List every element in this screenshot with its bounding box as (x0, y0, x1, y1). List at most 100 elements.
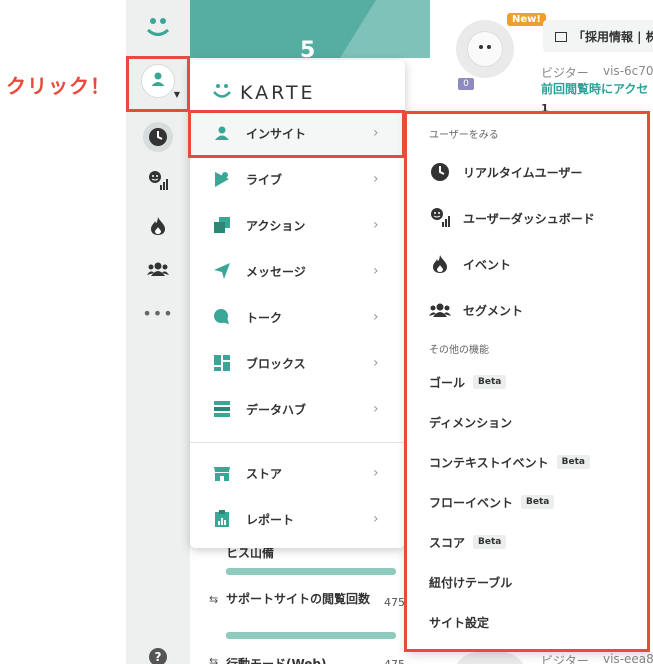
menu-item-label: ライブ (246, 172, 283, 187)
page-title-text: 「採用情報 | 株 (573, 30, 653, 44)
group-icon (429, 299, 451, 321)
chevron-right-icon: › (373, 125, 379, 141)
submenu-item-label: コンテキストイベント (429, 455, 549, 470)
avatar-count-badge: 0 (458, 78, 474, 90)
database-icon (212, 399, 232, 419)
submenu-item-label: リアルタイムユーザー (463, 165, 583, 180)
submenu-item-realtime-users[interactable]: リアルタイムユーザー (429, 160, 582, 184)
beta-badge: Beta (556, 455, 590, 469)
bg-row-bar (226, 568, 396, 575)
person-icon (212, 123, 232, 143)
chevron-right-icon: › (373, 401, 379, 417)
chevron-right-icon: › (373, 171, 379, 187)
beta-badge: Beta (473, 535, 507, 549)
live-icon (212, 169, 232, 189)
submenu-item-label: ゴール (429, 375, 466, 390)
menu-item-live[interactable]: ライブ › (190, 156, 405, 202)
blocks-icon (212, 353, 232, 373)
group-icon[interactable] (143, 254, 173, 284)
submenu-item-label: ディメンション (429, 415, 513, 430)
page-icon (555, 32, 567, 42)
menu-item-message[interactable]: メッセージ › (190, 248, 405, 294)
submenu-item-flow-event[interactable]: フローイベント Beta (429, 490, 555, 514)
action-icon (212, 215, 232, 235)
menu-item-store[interactable]: ストア › (190, 450, 405, 496)
bg-row-title: サポートサイトの閲覧回数 (226, 592, 371, 606)
menu-item-label: トーク (246, 310, 283, 325)
menu-item-report[interactable]: レポート › (190, 496, 405, 542)
chevron-right-icon: › (373, 465, 379, 481)
clock-icon (429, 161, 451, 183)
visitor-label: ビジター (541, 66, 589, 80)
click-callout: クリック！ (6, 74, 111, 98)
beta-badge: Beta (473, 375, 507, 389)
chevron-right-icon: › (373, 309, 379, 325)
swap-icon: ⇆ (209, 655, 219, 664)
submenu-item-link-table[interactable]: 紐付けテーブル (429, 570, 512, 594)
paper-plane-icon (212, 261, 232, 281)
store-icon (212, 463, 232, 483)
submenu-item-dimension[interactable]: ディメンション (429, 410, 512, 434)
person-icon (150, 71, 166, 91)
flame-icon (429, 253, 451, 275)
karte-logo-icon[interactable] (143, 14, 173, 46)
menu-item-label: ブロックス (246, 356, 306, 371)
app-stage: クリック！ ▼ ••• ? 5 0 New! 「採用情報 | 株 ビジター vi… (0, 0, 653, 664)
submenu-item-segments[interactable]: セグメント (429, 298, 523, 322)
swap-icon: ⇆ (209, 593, 219, 606)
menu-item-label: レポート (246, 512, 295, 527)
visitor-avatar[interactable] (456, 20, 514, 78)
submenu-item-label: フローイベント (429, 495, 514, 510)
report-icon (212, 509, 232, 529)
bg-row-bar (226, 632, 396, 639)
menu-item-label: アクション (246, 218, 306, 233)
submenu-item-score[interactable]: スコア Beta (429, 530, 507, 554)
user-dashboard-icon[interactable] (143, 166, 173, 196)
menu-item-label: インサイト (246, 126, 307, 141)
more-icon[interactable]: ••• (142, 298, 173, 328)
menu-item-label: データハブ (246, 402, 307, 417)
submenu-section-heading: その他の機能 (429, 345, 489, 356)
user-menu-button[interactable]: ▼ (141, 64, 180, 99)
visitor-id: vis-6c700 (603, 64, 653, 78)
bg-row-number: 475 (384, 658, 405, 664)
menu-item-label: ストア (246, 466, 283, 481)
left-rail (126, 0, 190, 664)
clock-icon[interactable] (143, 122, 173, 152)
submenu-item-user-dashboard[interactable]: ユーザーダッシュボード (429, 206, 595, 230)
beta-badge: Beta (521, 495, 555, 509)
menu-item-talk[interactable]: トーク › (190, 294, 405, 340)
help-icon[interactable]: ? (149, 648, 167, 664)
submenu-item-label: ユーザーダッシュボード (463, 211, 595, 226)
menu-item-action[interactable]: アクション › (190, 202, 405, 248)
submenu-item-site-settings[interactable]: サイト設定 (429, 610, 489, 634)
visitor-link[interactable]: 前回閲覧時にアクセ (541, 80, 648, 97)
menu-divider (190, 442, 405, 443)
menu-logo: KARTE (212, 82, 316, 104)
visitor-id: vis-eea87 (603, 652, 653, 664)
chevron-right-icon: › (373, 217, 379, 233)
submenu-item-events[interactable]: イベント (429, 252, 511, 276)
submenu-item-label: セグメント (463, 303, 524, 318)
chevron-down-icon: ▼ (173, 90, 180, 99)
new-badge: New! (507, 13, 546, 26)
submenu-item-goal[interactable]: ゴール Beta (429, 370, 507, 394)
bg-row-number: 475 (384, 596, 405, 609)
submenu-item-label: サイト設定 (429, 615, 490, 630)
menu-item-blocks[interactable]: ブロックス › (190, 340, 405, 386)
page-title-bubble: 「採用情報 | 株 (543, 20, 653, 52)
logo-wordmark: KARTE (240, 82, 316, 104)
submenu-item-label: 紐付けテーブル (429, 575, 513, 590)
visitor-label: ビジター (541, 654, 589, 664)
submenu-item-label: イベント (463, 257, 512, 272)
menu-item-insight[interactable]: インサイト › (190, 110, 405, 156)
submenu-section-heading: ユーザーをみる (429, 130, 499, 141)
bg-row-title: 行動モード(Web) (226, 657, 327, 664)
chevron-right-icon: › (373, 263, 379, 279)
insight-submenu: ユーザーをみる リアルタイムユーザー ユーザーダッシュボード イベント セグメン… (407, 112, 653, 652)
menu-item-datahub[interactable]: データハブ › (190, 386, 405, 432)
submenu-item-context-event[interactable]: コンテキストイベント Beta (429, 450, 590, 474)
flame-icon[interactable] (143, 211, 173, 241)
visitor-avatar[interactable] (455, 650, 525, 664)
chat-bubble-icon (212, 307, 232, 327)
